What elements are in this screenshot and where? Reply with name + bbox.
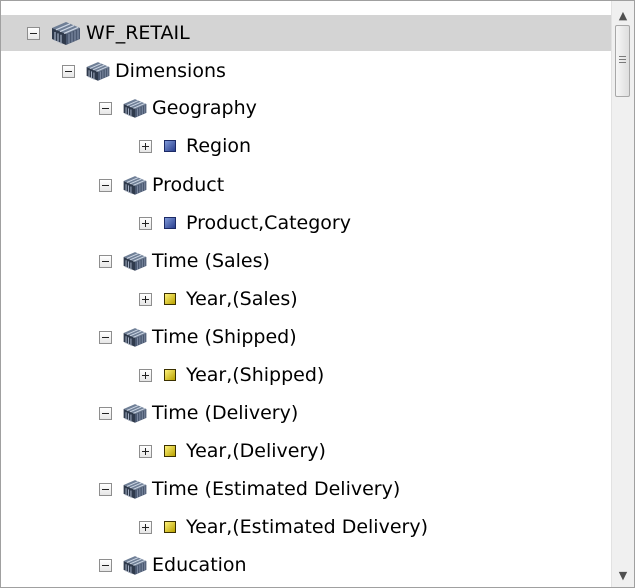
level-icon <box>164 140 176 152</box>
expand-toggle-icon[interactable] <box>139 139 152 153</box>
cube-icon <box>122 250 148 272</box>
expand-toggle-icon[interactable] <box>139 292 152 306</box>
collapse-toggle-icon[interactable] <box>99 178 112 192</box>
dimension-tree: WF_RETAIL Dimensions Geography Region Pr… <box>1 1 634 587</box>
tree-node-year-shipped[interactable]: Year,(Shipped) <box>1 357 634 393</box>
arrow-up-icon: ▲ <box>618 8 628 22</box>
collapse-toggle-icon[interactable] <box>99 482 112 496</box>
dimension-tree-panel: WF_RETAIL Dimensions Geography Region Pr… <box>0 0 635 588</box>
expand-toggle-icon[interactable] <box>139 520 152 534</box>
cube-icon <box>122 478 148 500</box>
expand-toggle-icon[interactable] <box>139 368 152 382</box>
grip-line <box>619 56 626 57</box>
tree-node-time-delivery[interactable]: Time (Delivery) <box>1 395 634 431</box>
cube-icon <box>122 402 148 424</box>
collapse-toggle-icon[interactable] <box>99 254 112 268</box>
grip-line <box>619 62 626 63</box>
tree-node-dimensions[interactable]: Dimensions <box>1 53 634 89</box>
scroll-down-button[interactable]: ▼ <box>612 565 634 585</box>
level-icon <box>164 217 176 229</box>
tree-node-label: Dimensions <box>115 60 226 82</box>
grip-line <box>619 59 626 60</box>
collapse-toggle-icon[interactable] <box>99 558 112 572</box>
collapse-toggle-icon[interactable] <box>99 330 112 344</box>
tree-node-time-estimated-delivery[interactable]: Time (Estimated Delivery) <box>1 471 634 507</box>
scroll-up-button[interactable]: ▲ <box>612 5 634 25</box>
tree-node-label: WF_RETAIL <box>86 22 190 44</box>
cube-icon <box>85 60 111 82</box>
tree-node-label: Education <box>152 554 247 576</box>
tree-node-label: Year,(Delivery) <box>186 440 326 462</box>
expand-toggle-icon[interactable] <box>139 216 152 230</box>
tree-node-year-estimated-delivery[interactable]: Year,(Estimated Delivery) <box>1 509 634 545</box>
tree-node-label: Time (Shipped) <box>152 326 297 348</box>
tree-node-product-category[interactable]: Product,Category <box>1 205 634 241</box>
level-icon <box>164 293 176 305</box>
level-icon <box>164 445 176 457</box>
cube-icon <box>122 326 148 348</box>
cube-icon <box>122 97 148 119</box>
tree-node-label: Time (Delivery) <box>152 402 299 424</box>
expand-toggle-icon[interactable] <box>139 444 152 458</box>
tree-node-label: Year,(Shipped) <box>186 364 325 386</box>
collapse-toggle-icon[interactable] <box>99 101 112 115</box>
collapse-toggle-icon[interactable] <box>62 64 75 78</box>
tree-node-time-shipped[interactable]: Time (Shipped) <box>1 319 634 355</box>
cube-icon <box>122 174 148 196</box>
tree-node-geography[interactable]: Geography <box>1 90 634 126</box>
level-icon <box>164 521 176 533</box>
tree-node-label: Product,Category <box>186 212 351 234</box>
tree-node-label: Time (Estimated Delivery) <box>152 478 401 500</box>
level-icon <box>164 369 176 381</box>
tree-node-label: Geography <box>152 97 257 119</box>
tree-node-region[interactable]: Region <box>1 128 634 164</box>
tree-node-time-sales[interactable]: Time (Sales) <box>1 243 634 279</box>
tree-node-label: Year,(Estimated Delivery) <box>186 516 428 538</box>
tree-node-wf-retail[interactable]: WF_RETAIL <box>1 15 634 51</box>
tree-node-label: Time (Sales) <box>152 250 270 272</box>
cube-large-icon <box>50 20 82 46</box>
tree-node-year-delivery[interactable]: Year,(Delivery) <box>1 433 634 469</box>
tree-node-education[interactable]: Education <box>1 547 634 583</box>
tree-node-label: Product <box>152 174 225 196</box>
collapse-toggle-icon[interactable] <box>27 26 40 40</box>
cube-icon <box>122 554 148 576</box>
tree-node-label: Region <box>186 135 252 157</box>
tree-node-label: Year,(Sales) <box>186 288 298 310</box>
arrow-down-icon: ▼ <box>618 568 628 582</box>
tree-node-year-sales[interactable]: Year,(Sales) <box>1 281 634 317</box>
tree-node-product[interactable]: Product <box>1 167 634 203</box>
scrollbar-thumb[interactable] <box>615 25 630 97</box>
vertical-scrollbar[interactable]: ▲ ▼ <box>611 1 634 587</box>
collapse-toggle-icon[interactable] <box>99 406 112 420</box>
